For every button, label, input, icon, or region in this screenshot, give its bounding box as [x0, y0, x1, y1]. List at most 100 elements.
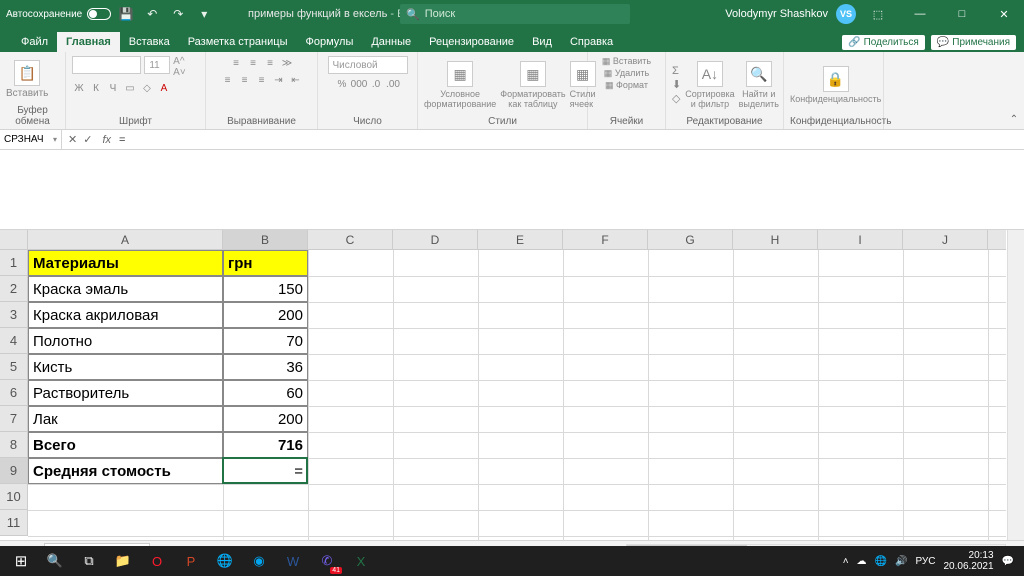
sheet[interactable]: ABCDEFGHIJ 1234567891011 МатериалыгрнКра…	[0, 230, 1024, 540]
share-button[interactable]: 🔗 Поделиться	[842, 35, 925, 50]
redo-icon[interactable]: ↷	[167, 3, 189, 25]
row-header-5[interactable]: 5	[0, 354, 27, 380]
explorer-icon[interactable]: 📁	[106, 546, 140, 576]
cond-format-button[interactable]: ▦Условное форматирование	[424, 61, 496, 109]
cell-A6[interactable]: Растворитель	[28, 380, 223, 406]
app-icon[interactable]: ◉	[242, 546, 276, 576]
powerpoint-icon[interactable]: P	[174, 546, 208, 576]
tab-home[interactable]: Главная	[57, 32, 120, 52]
privacy-button[interactable]: 🔒Конфиденциальность	[790, 66, 881, 104]
cells-insert[interactable]: ▦ Вставить	[602, 56, 651, 67]
paste-button[interactable]: 📋Вставить	[6, 60, 48, 99]
tab-review[interactable]: Рецензирование	[420, 32, 523, 52]
accept-formula-icon[interactable]: ✓	[83, 133, 92, 146]
cell-B8[interactable]: 716	[223, 432, 308, 458]
cell-A2[interactable]: Краска эмаль	[28, 276, 223, 302]
excel-icon[interactable]: X	[344, 546, 378, 576]
cells-format[interactable]: ▦ Формат	[605, 80, 648, 91]
font-size[interactable]: 11	[144, 56, 170, 74]
tray-expand-icon[interactable]: ˄	[843, 556, 849, 567]
align-row2[interactable]: ≡≡≡⇥⇤	[221, 73, 303, 87]
fx-icon[interactable]: fx	[98, 134, 115, 146]
word-icon[interactable]: W	[276, 546, 310, 576]
col-header-J[interactable]: J	[903, 230, 988, 249]
maximize-icon[interactable]: □	[942, 0, 982, 28]
tab-view[interactable]: Вид	[523, 32, 561, 52]
col-header-A[interactable]: A	[28, 230, 223, 249]
qat-dropdown-icon[interactable]: ▾	[193, 3, 215, 25]
chrome-icon[interactable]: 🌐	[208, 546, 242, 576]
autosave-toggle[interactable]: Автосохранение	[6, 8, 111, 20]
name-box[interactable]: СРЗНАЧ▾	[0, 130, 62, 149]
row-header-6[interactable]: 6	[0, 380, 27, 406]
cell-B5[interactable]: 36	[223, 354, 308, 380]
col-header-D[interactable]: D	[393, 230, 478, 249]
notifications-icon[interactable]: 💬	[1002, 556, 1014, 567]
align-row[interactable]: ≡≡≡≫	[229, 56, 294, 70]
cell-B1[interactable]: грн	[223, 250, 308, 276]
start-icon[interactable]: ⊞	[4, 546, 38, 576]
cell-A3[interactable]: Краска акриловая	[28, 302, 223, 328]
formula-input[interactable]: =	[115, 134, 1024, 146]
onedrive-icon[interactable]: ☁	[857, 556, 867, 567]
row-headers[interactable]: 1234567891011	[0, 250, 28, 536]
search-input[interactable]: 🔍 Поиск	[400, 4, 630, 24]
row-header-11[interactable]: 11	[0, 510, 27, 536]
cell-B4[interactable]: 70	[223, 328, 308, 354]
undo-icon[interactable]: ↶	[141, 3, 163, 25]
col-header-E[interactable]: E	[478, 230, 563, 249]
font-style-row[interactable]: ЖКЧ▭◇A	[72, 81, 171, 95]
cell-B2[interactable]: 150	[223, 276, 308, 302]
collapse-ribbon-icon[interactable]: ⌃	[1004, 52, 1024, 129]
row-header-7[interactable]: 7	[0, 406, 27, 432]
viber-icon[interactable]: ✆	[310, 546, 344, 576]
tab-help[interactable]: Справка	[561, 32, 622, 52]
cell-B6[interactable]: 60	[223, 380, 308, 406]
row-header-2[interactable]: 2	[0, 276, 27, 302]
save-icon[interactable]: 💾	[115, 3, 137, 25]
network-icon[interactable]: 🌐	[875, 556, 887, 567]
row-header-4[interactable]: 4	[0, 328, 27, 354]
cancel-formula-icon[interactable]: ✕	[68, 133, 77, 146]
sort-filter-button[interactable]: A↓Сортировка и фильтр	[685, 61, 734, 109]
task-view-icon[interactable]: ⧉	[72, 546, 106, 576]
column-headers[interactable]: ABCDEFGHIJ	[28, 230, 1006, 250]
cell-A4[interactable]: Полотно	[28, 328, 223, 354]
comments-button[interactable]: 💬 Примечания	[931, 35, 1016, 50]
row-header-1[interactable]: 1	[0, 250, 27, 276]
task-search-icon[interactable]: 🔍	[38, 546, 72, 576]
clock[interactable]: 20:1320.06.2021	[943, 550, 993, 572]
cell-A8[interactable]: Всего	[28, 432, 223, 458]
find-button[interactable]: 🔍Найти и выделить	[739, 61, 779, 109]
volume-icon[interactable]: 🔊	[895, 556, 907, 567]
select-all-corner[interactable]	[0, 230, 28, 250]
user-name[interactable]: Volodymyr Shashkov	[719, 8, 834, 20]
font-combo[interactable]	[72, 56, 141, 74]
col-header-F[interactable]: F	[563, 230, 648, 249]
avatar[interactable]: VS	[836, 4, 856, 24]
col-header-B[interactable]: B	[223, 230, 308, 249]
number-row[interactable]: %000.0.00	[335, 77, 400, 91]
cell-A7[interactable]: Лак	[28, 406, 223, 432]
tab-formulas[interactable]: Формулы	[296, 32, 362, 52]
cell-B9[interactable]: =	[223, 458, 308, 484]
row-header-9[interactable]: 9	[0, 458, 27, 484]
row-header-3[interactable]: 3	[0, 302, 27, 328]
tab-insert[interactable]: Вставка	[120, 32, 179, 52]
tab-file[interactable]: Файл	[12, 32, 57, 52]
tab-data[interactable]: Данные	[362, 32, 420, 52]
format-table-button[interactable]: ▦Форматировать как таблицу	[500, 61, 565, 109]
ribbon-options-icon[interactable]: ⬚	[858, 0, 898, 28]
close-icon[interactable]: ✕	[984, 0, 1024, 28]
col-header-H[interactable]: H	[733, 230, 818, 249]
vertical-scrollbar[interactable]	[1007, 230, 1024, 540]
row-header-10[interactable]: 10	[0, 484, 27, 510]
opera-icon[interactable]: O	[140, 546, 174, 576]
col-header-G[interactable]: G	[648, 230, 733, 249]
language[interactable]: РУС	[915, 556, 935, 567]
row-header-8[interactable]: 8	[0, 432, 27, 458]
cell-A9[interactable]: Средняя стомость	[28, 458, 223, 484]
cells-delete[interactable]: ▦ Удалить	[604, 68, 649, 79]
col-header-I[interactable]: I	[818, 230, 903, 249]
cell-A5[interactable]: Кисть	[28, 354, 223, 380]
